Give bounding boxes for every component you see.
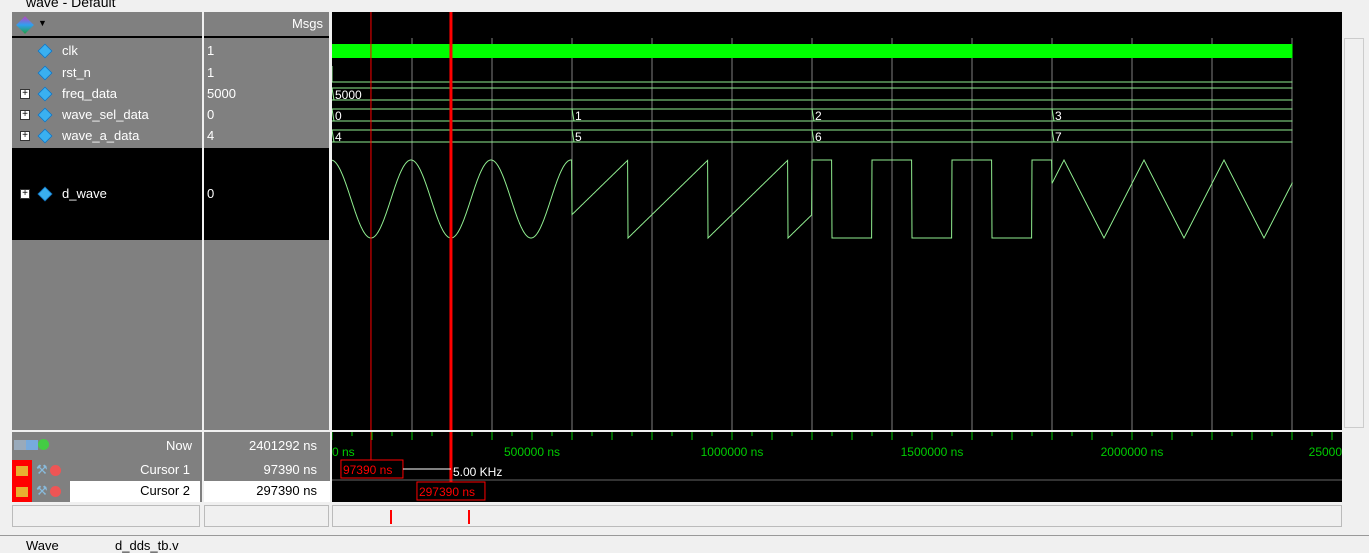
timeline-canvas[interactable]: 0 ns 500000 ns 1000000 ns 1500000 ns 2000000… [331, 432, 1356, 502]
signal-names-pane: ▼ clk rst_n + freq_data + wave_sel_data + wave_… [12, 12, 202, 430]
signal-icon [37, 86, 53, 101]
bus-value-label: 6 [815, 130, 822, 144]
names-horizontal-scrollbar[interactable] [12, 505, 200, 527]
bus-value-label: 1 [575, 109, 582, 123]
expand-icon[interactable]: + [20, 130, 30, 141]
value-row-d_wave: 0 [204, 148, 329, 240]
signal-name: rst_n [62, 65, 91, 80]
expand-icon[interactable]: + [20, 189, 30, 199]
wave-pane[interactable]: 5000 0 1 2 3 4 5 6 7 [331, 12, 1342, 430]
signal-icon [37, 186, 53, 202]
signal-value: 0 [207, 186, 215, 201]
remove-cursor-icon[interactable] [50, 465, 61, 476]
signal-value: 1 [207, 43, 215, 58]
bus-value-label: 4 [335, 130, 342, 144]
cursor-2-label: Cursor 2 [140, 483, 190, 498]
vertical-scrollbar[interactable] [1344, 38, 1364, 428]
cursor-2-row[interactable]: ⚒ Cursor 2 297390 ns [12, 481, 330, 502]
signal-value: 4 [207, 128, 215, 143]
cursor-2-time: 297390 ns [419, 485, 475, 499]
value-row-freq_data: 5000 [204, 83, 329, 104]
cursor-2-value: 297390 ns [256, 483, 317, 498]
tick-label: 0 ns [332, 445, 355, 459]
msgs-label: Msgs [291, 16, 323, 31]
values-horizontal-scrollbar[interactable] [204, 505, 329, 527]
signal-values-pane: Msgs 1 1 5000 0 4 0 [204, 12, 329, 430]
cursor-pane: Now 2401292 ns ⚒ Cursor 1 97390 ns ⚒ Cur… [12, 432, 330, 502]
cursor-1-marker [390, 510, 392, 524]
wrench-icon[interactable]: ⚒ [36, 462, 48, 478]
bus-transition [331, 87, 335, 101]
title-bar: wave - Default [0, 0, 1369, 10]
cursor-1-row[interactable]: ⚒ Cursor 1 97390 ns [12, 460, 330, 481]
expand-icon[interactable]: + [20, 109, 30, 120]
cursor-1-label: Cursor 1 [140, 462, 190, 477]
lock-icon[interactable] [12, 481, 32, 502]
value-row-rst_n: 1 [204, 62, 329, 83]
clk-waveform [332, 44, 1293, 58]
signal-icon [37, 65, 53, 80]
tab-d-dds-tb[interactable]: d_dds_tb.v [115, 538, 179, 553]
signal-icon [37, 43, 53, 58]
signal-row-d_wave[interactable]: + d_wave [12, 148, 202, 240]
now-label: Now [165, 438, 192, 453]
bus-value-label: 3 [1055, 109, 1062, 123]
bus-value-label: 5 [575, 130, 582, 144]
cursor-1-value: 97390 ns [263, 462, 318, 477]
signal-icon [37, 107, 53, 122]
cursor-1-time: 97390 ns [343, 463, 392, 477]
bus-value-label: 7 [1055, 130, 1062, 144]
wrench-icon[interactable]: ⚒ [36, 483, 48, 499]
signal-name: wave_sel_data [62, 107, 149, 122]
signal-row-wave_sel_data[interactable]: + wave_sel_data [12, 104, 202, 125]
waveform-canvas[interactable]: 5000 0 1 2 3 4 5 6 7 [331, 12, 1342, 430]
window-title: wave - Default [26, 0, 116, 10]
signal-icon [37, 128, 53, 143]
value-row-wave_a_data: 4 [204, 125, 329, 146]
cursor-2-marker [468, 510, 470, 524]
signal-name: clk [62, 43, 78, 58]
signal-name: d_wave [62, 186, 107, 201]
tick-label: 1000000 ns [701, 445, 764, 459]
timeline-pane[interactable]: 0 ns 500000 ns 1000000 ns 1500000 ns 2000000… [331, 432, 1356, 502]
bus-transition [331, 108, 335, 122]
value-row-clk: 1 [204, 40, 329, 61]
value-row-wave_sel_data: 0 [204, 104, 329, 125]
expand-icon[interactable]: + [20, 88, 30, 99]
signal-row-wave_a_data[interactable]: + wave_a_data [12, 125, 202, 146]
bus-value-label: 5000 [335, 88, 362, 102]
wave-horizontal-scrollbar[interactable] [332, 505, 1342, 527]
remove-cursor-icon[interactable] [50, 486, 61, 497]
tick-label: 2000000 ns [1101, 445, 1164, 459]
lock-icon[interactable] [12, 460, 32, 481]
bus-transition [331, 129, 335, 143]
tab-bar: Wave d_dds_tb.v [0, 535, 1369, 553]
bus-value-label: 0 [335, 109, 342, 123]
bus-value-label: 2 [815, 109, 822, 123]
chevron-down-icon[interactable]: ▼ [38, 18, 47, 28]
signal-row-freq_data[interactable]: + freq_data [12, 83, 202, 104]
signal-name: wave_a_data [62, 128, 140, 143]
signal-value: 1 [207, 65, 215, 80]
signal-row-clk[interactable]: clk [12, 40, 202, 61]
signal-name: freq_data [62, 86, 117, 101]
wave-format-icon[interactable] [16, 16, 34, 34]
tab-wave[interactable]: Wave [26, 538, 59, 553]
cursor-delta-label: 5.00 KHz [453, 465, 502, 479]
signal-value: 0 [207, 107, 215, 122]
tick-label: 500000 ns [504, 445, 560, 459]
signal-row-rst_n[interactable]: rst_n [12, 62, 202, 83]
tick-label: 1500000 ns [901, 445, 964, 459]
cursor-toolbar-icons[interactable] [14, 438, 54, 452]
values-header: Msgs [204, 12, 329, 38]
now-value: 2401292 ns [249, 438, 317, 453]
tick-label: 2500000 [1309, 445, 1342, 459]
names-header: ▼ [12, 12, 202, 38]
signal-value: 5000 [207, 86, 236, 101]
